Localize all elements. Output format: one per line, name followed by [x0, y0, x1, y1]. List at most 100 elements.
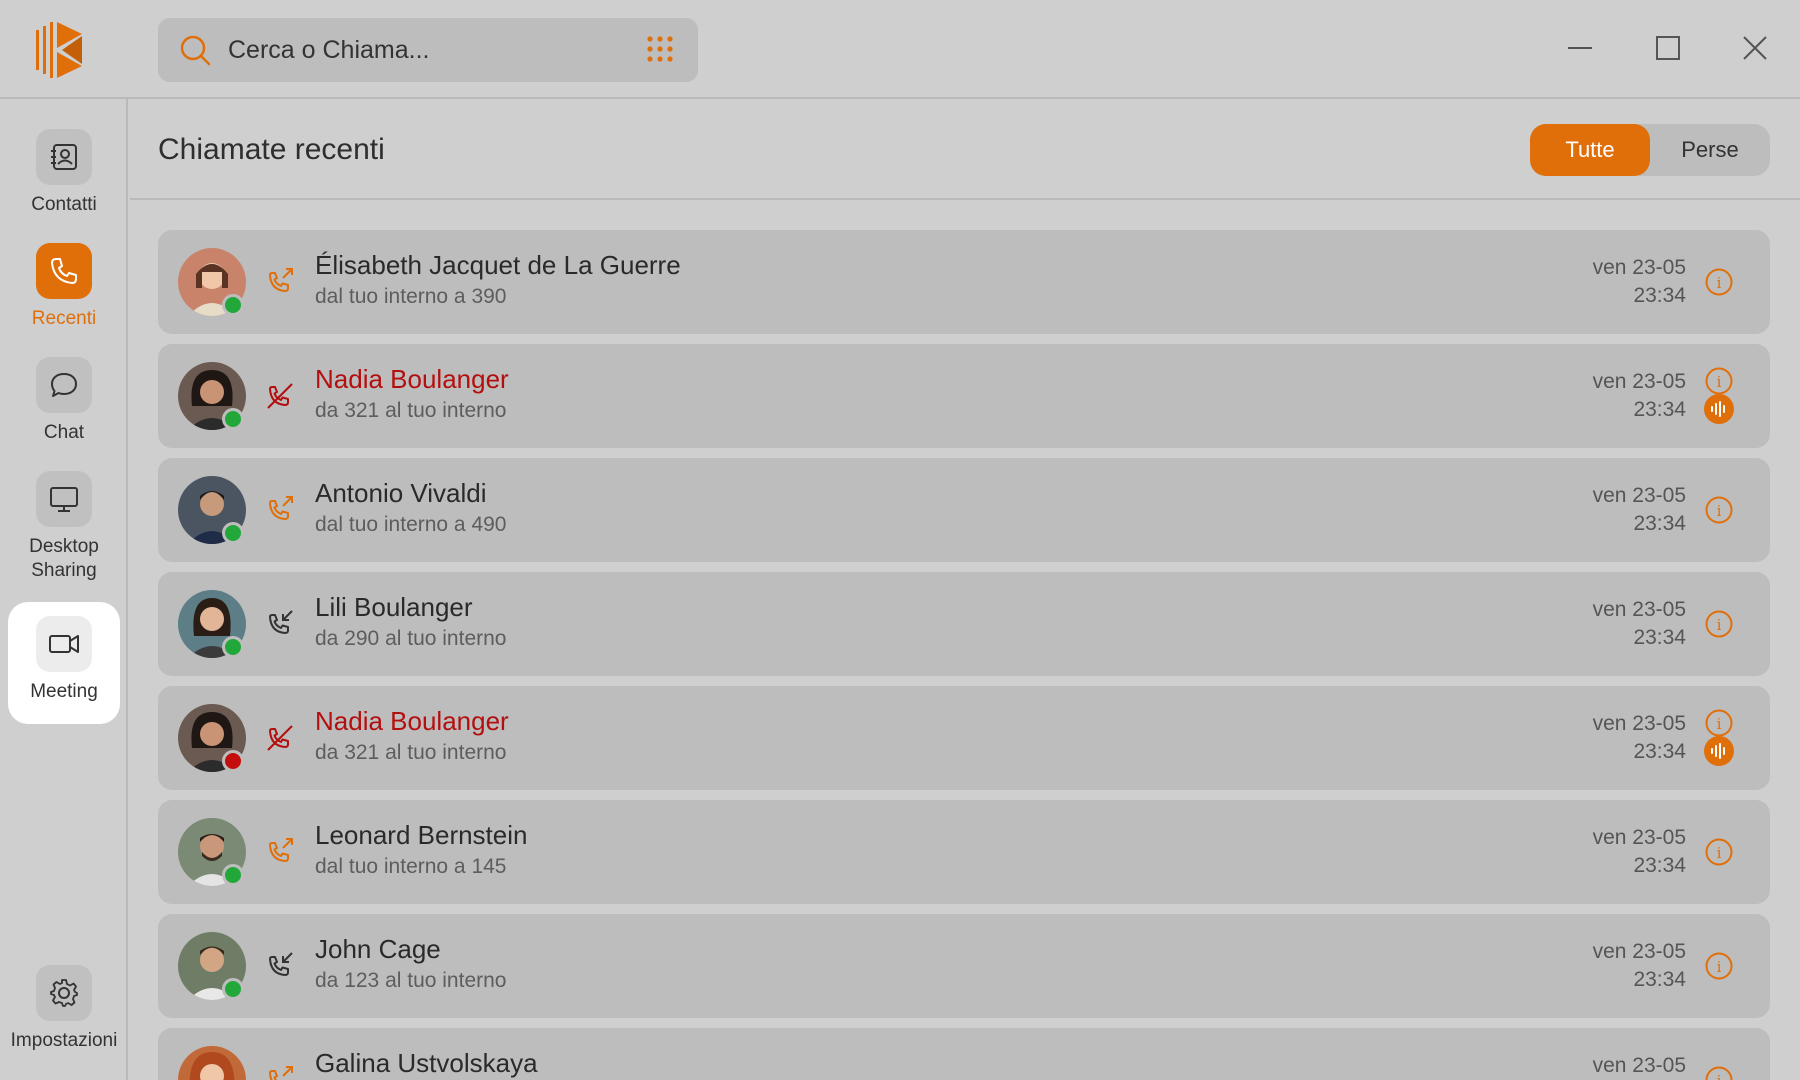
call-detail: da 123 al tuo interno — [315, 969, 507, 992]
call-detail: da 321 al tuo interno — [315, 741, 507, 764]
call-day: ven 23-05 — [1592, 256, 1686, 279]
call-day: ven 23-05 — [1592, 484, 1686, 507]
call-row[interactable]: John Cage da 123 al tuo interno ven 23-0… — [158, 914, 1770, 1018]
call-row[interactable]: Lili Boulanger da 290 al tuo interno ven… — [158, 572, 1770, 676]
recording-icon[interactable] — [1704, 736, 1734, 766]
call-datetime: ven 23-05 23:34 — [1593, 368, 1686, 424]
sidebar-item-meeting[interactable]: Meeting — [8, 602, 120, 724]
call-row[interactable]: Galina Ustvolskaya ven 23-05 i — [158, 1028, 1770, 1080]
call-detail: dal tuo interno a 390 — [315, 285, 507, 308]
sidebar-item-contatti[interactable]: Contatti — [8, 129, 120, 217]
call-row[interactable]: Leonard Bernstein dal tuo interno a 145 … — [158, 800, 1770, 904]
info-icon[interactable]: i — [1704, 951, 1734, 981]
sidebar-item-label: Contatti — [31, 194, 97, 215]
call-row[interactable]: Antonio Vivaldi dal tuo interno a 490 ve… — [158, 458, 1770, 562]
call-time: 23:34 — [1633, 854, 1686, 877]
call-time: 23:34 — [1633, 968, 1686, 991]
missed-call-icon — [267, 383, 293, 409]
presence-online — [222, 636, 244, 658]
outgoing-call-icon — [269, 1066, 293, 1080]
call-detail: dal tuo interno a 490 — [315, 513, 507, 536]
caller-name: Galina Ustvolskaya — [315, 1048, 538, 1078]
info-icon[interactable]: i — [1704, 495, 1734, 525]
info-icon[interactable]: i — [1704, 1065, 1734, 1080]
dialpad-icon[interactable] — [644, 34, 676, 66]
filter-tutte[interactable]: Tutte — [1530, 124, 1650, 176]
sidebar-item-label: Impostazioni — [10, 1030, 118, 1051]
svg-text:i: i — [1717, 844, 1722, 862]
sidebar-item-label: Chat — [43, 422, 85, 443]
close-icon[interactable] — [1737, 30, 1773, 66]
caller-name: Antonio Vivaldi — [315, 478, 487, 508]
recording-icon[interactable] — [1704, 394, 1734, 424]
sidebar-item-desktop-sharing[interactable]: Desktop Sharing — [8, 471, 120, 583]
svg-text:i: i — [1717, 274, 1722, 292]
call-datetime: ven 23-05 — [1593, 1052, 1686, 1080]
info-icon[interactable]: i — [1704, 708, 1734, 738]
sidebar-item-label: Meeting — [30, 681, 98, 702]
call-detail: dal tuo interno a 145 — [315, 855, 507, 878]
call-day: ven 23-05 — [1592, 712, 1686, 735]
caller-name: Élisabeth Jacquet de La Guerre — [315, 250, 681, 280]
filter-perse[interactable]: Perse — [1650, 124, 1770, 176]
svg-text:i: i — [1717, 958, 1722, 976]
call-datetime: ven 23-05 23:34 — [1593, 254, 1686, 310]
incoming-call-icon — [269, 610, 293, 634]
maximize-icon[interactable] — [1650, 30, 1686, 66]
caller-name: Lili Boulanger — [315, 592, 473, 622]
call-row[interactable]: Élisabeth Jacquet de La Guerre dal tuo i… — [158, 230, 1770, 334]
call-detail: da 321 al tuo interno — [315, 399, 507, 422]
presence-busy — [222, 750, 244, 772]
svg-text:i: i — [1717, 502, 1722, 520]
sidebar-item-label: Desktop Sharing — [29, 536, 99, 581]
presence-online — [222, 294, 244, 316]
call-filter: Tutte Perse — [1530, 124, 1770, 176]
main-content: Chiamate recenti Tutte Perse Élisabeth J… — [130, 99, 1800, 1080]
phone-icon — [36, 243, 92, 299]
call-day: ven 23-05 — [1592, 940, 1686, 963]
sidebar-item-chat[interactable]: Chat — [8, 357, 120, 445]
call-day: ven 23-05 — [1592, 826, 1686, 849]
caller-name: Nadia Boulanger — [315, 706, 509, 736]
monitor-icon — [36, 471, 92, 527]
page-title: Chiamate recenti — [158, 133, 385, 166]
sidebar-item-label: Recenti — [31, 308, 97, 329]
call-detail: da 290 al tuo interno — [315, 627, 507, 650]
call-time: 23:34 — [1633, 626, 1686, 649]
search-icon — [180, 35, 211, 66]
search-input[interactable]: Cerca o Chiama... — [228, 36, 644, 65]
info-icon[interactable]: i — [1704, 366, 1734, 396]
info-icon[interactable]: i — [1704, 267, 1734, 297]
main-header: Chiamate recenti Tutte Perse — [130, 99, 1800, 200]
info-icon[interactable]: i — [1704, 837, 1734, 867]
sidebar-item-impostazioni[interactable]: Impostazioni — [0, 965, 128, 1053]
call-datetime: ven 23-05 23:34 — [1593, 596, 1686, 652]
title-bar: Cerca o Chiama... — [0, 0, 1800, 99]
outgoing-call-icon — [269, 838, 293, 862]
missed-call-icon — [267, 725, 293, 751]
call-time: 23:34 — [1633, 512, 1686, 535]
caller-name: John Cage — [315, 934, 441, 964]
app-logo — [36, 22, 82, 78]
minimize-icon[interactable] — [1562, 30, 1598, 66]
call-datetime: ven 23-05 23:34 — [1593, 482, 1686, 538]
gear-icon — [36, 965, 92, 1021]
call-day: ven 23-05 — [1592, 370, 1686, 393]
search-bar[interactable]: Cerca o Chiama... — [158, 18, 698, 82]
incoming-call-icon — [269, 952, 293, 976]
call-row[interactable]: Nadia Boulanger da 321 al tuo interno ve… — [158, 686, 1770, 790]
outgoing-call-icon — [269, 268, 293, 292]
call-day: ven 23-05 — [1592, 1054, 1686, 1077]
contacts-icon — [36, 129, 92, 185]
svg-text:i: i — [1717, 616, 1722, 634]
presence-online — [222, 408, 244, 430]
outgoing-call-icon — [269, 496, 293, 520]
caller-name: Nadia Boulanger — [315, 364, 509, 394]
sidebar-item-recenti[interactable]: Recenti — [8, 243, 120, 331]
call-datetime: ven 23-05 23:34 — [1593, 710, 1686, 766]
call-day: ven 23-05 — [1592, 598, 1686, 621]
svg-text:i: i — [1717, 715, 1722, 733]
info-icon[interactable]: i — [1704, 609, 1734, 639]
svg-text:i: i — [1717, 1072, 1722, 1080]
call-row[interactable]: Nadia Boulanger da 321 al tuo interno ve… — [158, 344, 1770, 448]
